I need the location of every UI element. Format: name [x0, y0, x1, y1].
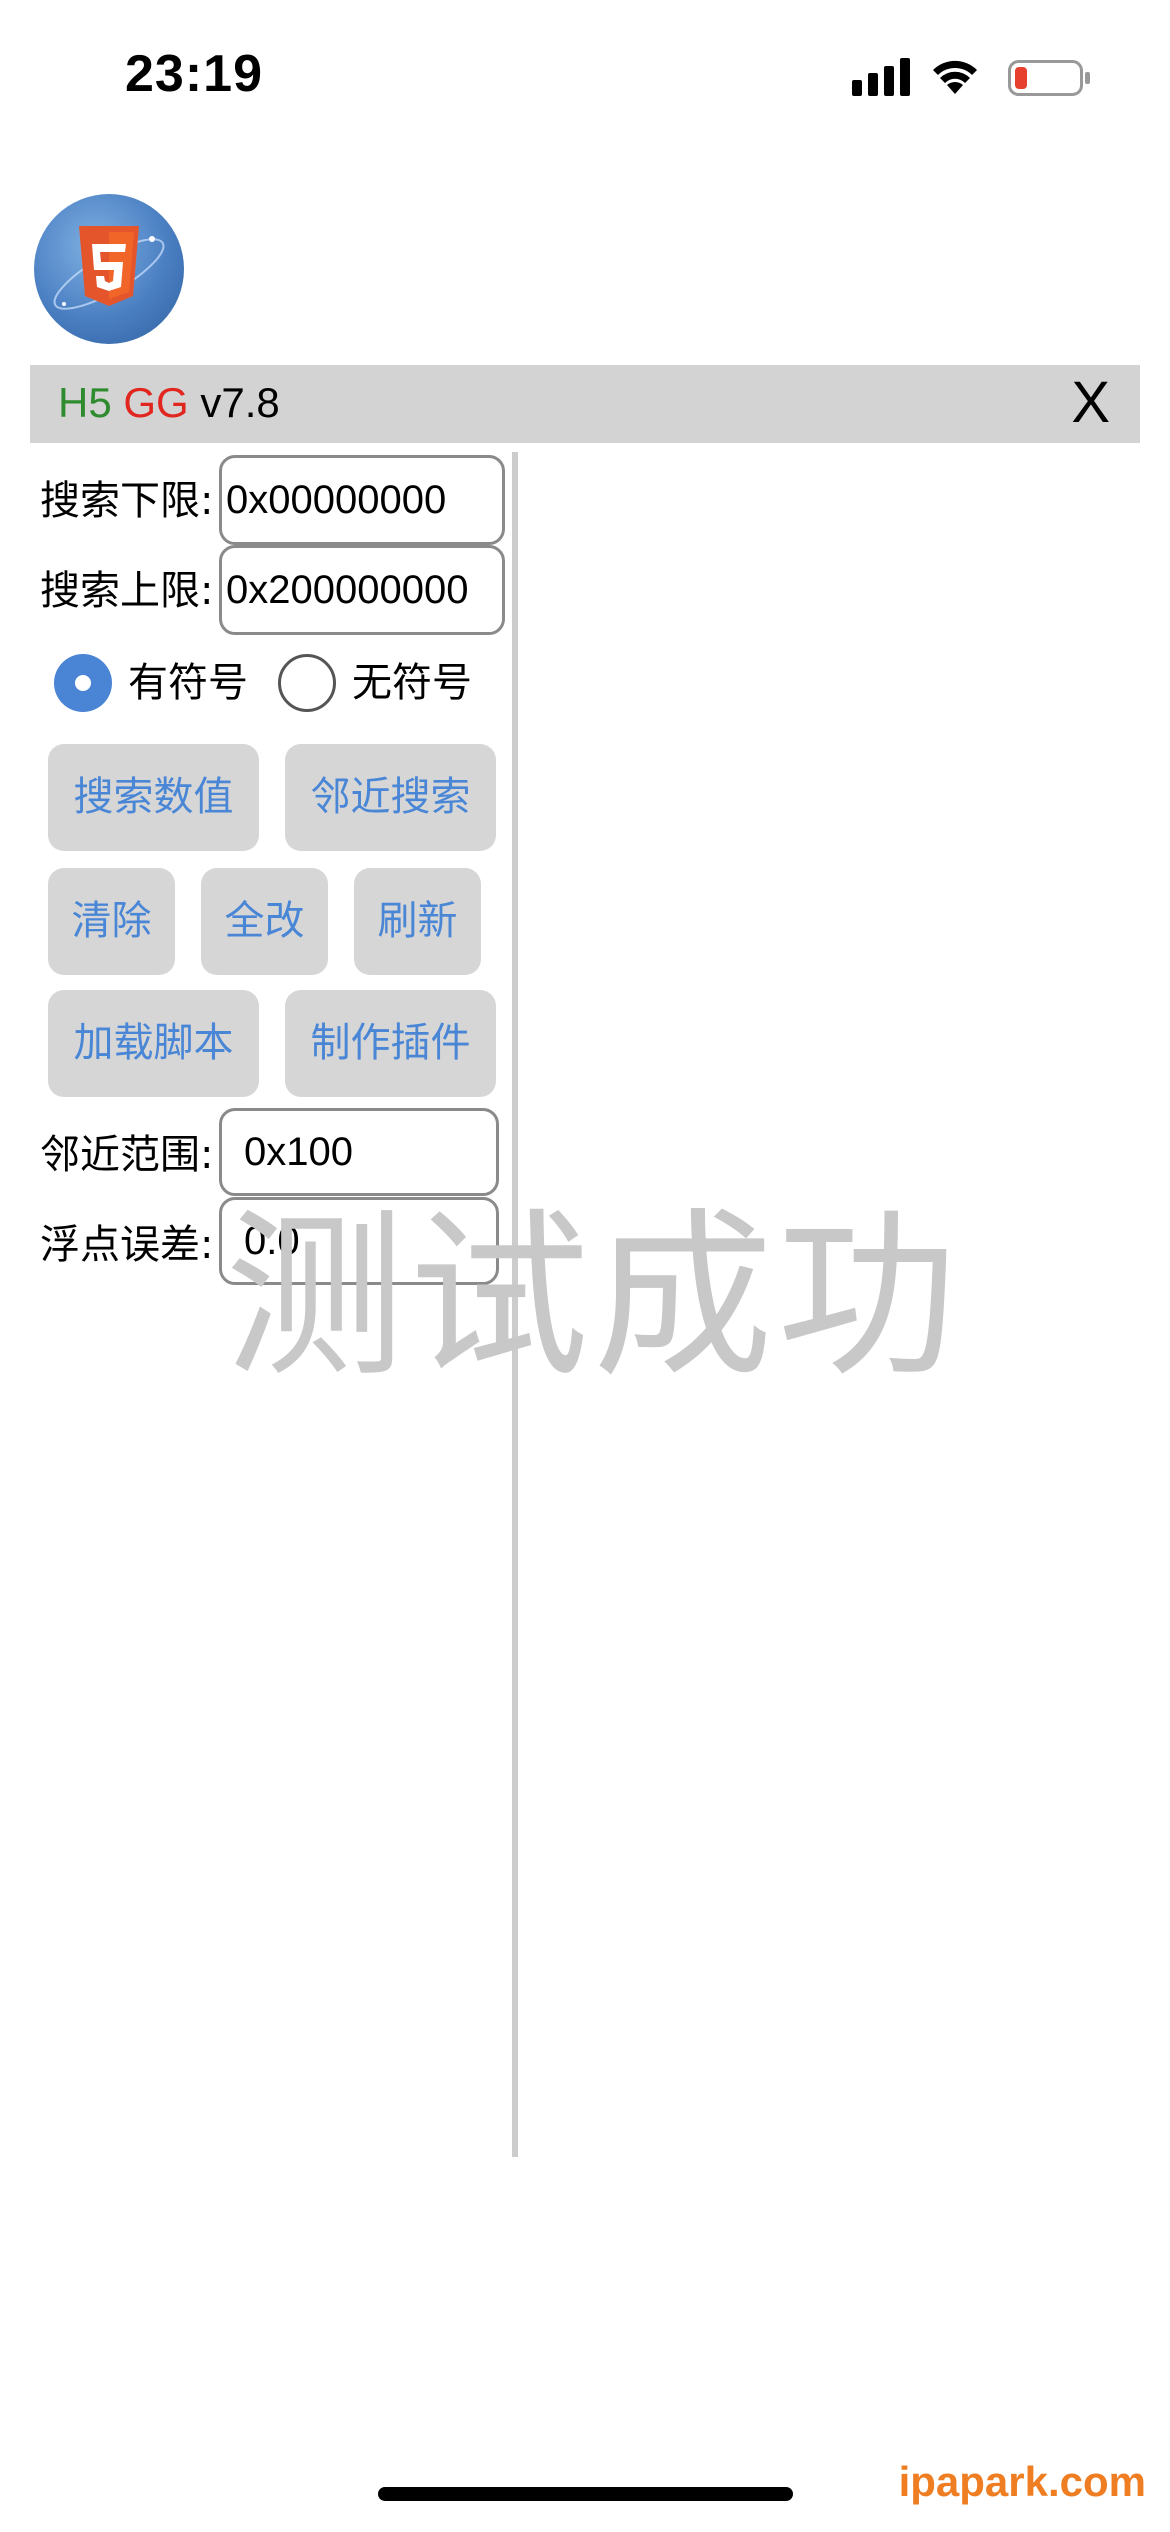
battery-low-icon [1008, 60, 1090, 96]
h5gg-logo[interactable] [34, 194, 184, 344]
search-lower-label: 搜索下限: [40, 478, 214, 524]
search-lower-input[interactable] [219, 455, 505, 545]
signed-radio-label: 有符号 [128, 660, 248, 706]
unsigned-radio-label: 无符号 [352, 660, 472, 706]
signed-radio[interactable] [54, 654, 112, 712]
float-error-input[interactable] [219, 1197, 499, 1285]
panel-divider[interactable] [512, 452, 518, 2157]
title-h5: H5 [58, 379, 112, 426]
title-gg: GG [123, 379, 189, 426]
title-version: v7.8 [200, 379, 280, 426]
search-value-button[interactable]: 搜索数值 [48, 744, 259, 851]
make-plugin-button[interactable]: 制作插件 [285, 990, 496, 1097]
h5-shield-icon [53, 226, 165, 310]
wifi-icon [933, 60, 977, 94]
nearby-range-input[interactable] [219, 1108, 499, 1196]
clear-button[interactable]: 清除 [48, 868, 175, 975]
status-time: 23:19 [125, 45, 263, 103]
app-screen: 23:19 H5 GG v7.8 X 搜索下限: 0x00000000 搜索上限… [0, 0, 1170, 2532]
home-indicator[interactable] [378, 2487, 793, 2501]
close-button[interactable]: X [1071, 373, 1110, 433]
app-title: H5 GG v7.8 [58, 379, 280, 427]
search-upper-input[interactable] [219, 545, 505, 635]
unsigned-radio[interactable] [278, 654, 336, 712]
float-error-label: 浮点误差: [40, 1222, 214, 1268]
title-bar: H5 GG v7.8 X [30, 365, 1140, 443]
load-script-button[interactable]: 加载脚本 [48, 990, 259, 1097]
site-watermark: ipapark.com [898, 2458, 1146, 2505]
modify-all-button[interactable]: 全改 [201, 868, 328, 975]
refresh-button[interactable]: 刷新 [354, 868, 481, 975]
nearby-search-button[interactable]: 邻近搜索 [285, 744, 496, 851]
cellular-signal-icon [852, 58, 910, 96]
search-upper-label: 搜索上限: [40, 568, 214, 614]
nearby-range-label: 邻近范围: [40, 1132, 214, 1178]
